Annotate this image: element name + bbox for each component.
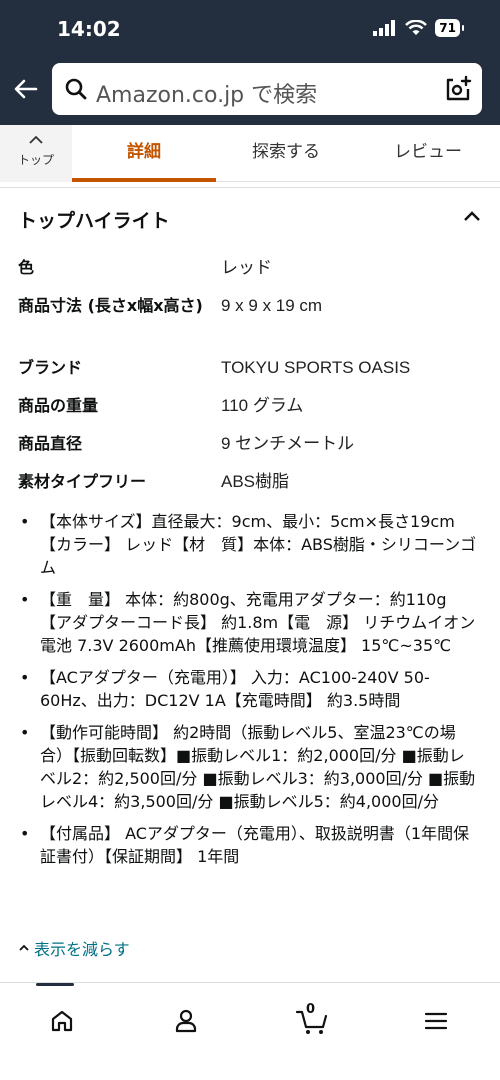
bottom-nav: 0 <box>0 982 500 1080</box>
user-icon <box>175 1009 197 1033</box>
signal-icon <box>373 20 396 36</box>
bullet-item: 【付属品】 ACアダプター（充電用）、取扱説明書（1年間保証書付）【保証期間】 … <box>18 822 478 868</box>
spec-row: 色 レッド <box>18 256 488 294</box>
app-header: 14:02 71 Amazon.co.jp で検索 <box>0 0 500 125</box>
chevron-up-icon <box>29 135 43 144</box>
spec-row: 商品直径 9 センチメートル <box>18 432 488 470</box>
bullet-item: 【重 量】 本体：約800g、充電用アダプター：約110g【アダプターコード長】… <box>18 588 478 657</box>
nav-home[interactable] <box>42 1001 82 1041</box>
cart-count-badge: 0 <box>306 1002 316 1017</box>
show-less-link[interactable]: 表示を減らす <box>18 936 130 960</box>
tab-reviews[interactable]: レビュー <box>356 125 500 182</box>
home-icon <box>51 1010 73 1032</box>
spec-label: ブランド <box>18 358 83 377</box>
bullet-item: 【ACアダプター（充電用）】 入力：AC100-240V 50-60Hz、出力：… <box>18 666 478 712</box>
feature-bullets: 【本体サイズ】直径最大：9cm、最小：5cm×長さ19cm【カラー】 レッド【材… <box>18 510 478 877</box>
tab-top-label: トップ <box>17 153 54 167</box>
spec-value: 9 センチメートル <box>221 434 355 453</box>
spec-row: 商品寸法 (長さx幅x高さ) 9 x 9 x 19 cm <box>18 294 488 356</box>
spec-label: 素材タイプフリー <box>18 472 147 491</box>
tab-top[interactable]: トップ <box>0 125 72 182</box>
battery-indicator: 71 <box>435 19 464 37</box>
divider <box>0 187 500 188</box>
section-tabs: トップ 詳細 探索する レビュー <box>0 125 500 182</box>
spec-label: 商品寸法 (長さx幅x高さ) <box>18 296 203 315</box>
bullet-item: 【本体サイズ】直径最大：9cm、最小：5cm×長さ19cm【カラー】 レッド【材… <box>18 510 478 579</box>
search-icon <box>65 78 87 100</box>
spec-label: 商品の重量 <box>18 396 99 415</box>
status-time: 14:02 <box>57 17 121 41</box>
spec-value: レッド <box>221 258 272 277</box>
spec-row: ブランド TOKYU SPORTS OASIS <box>18 356 488 394</box>
back-arrow-icon[interactable] <box>12 75 40 103</box>
tab-details[interactable]: 詳細 <box>72 125 216 182</box>
tab-explore[interactable]: 探索する <box>216 125 356 182</box>
search-placeholder: Amazon.co.jp で検索 <box>96 83 318 108</box>
nav-menu[interactable] <box>416 1001 456 1041</box>
spec-value: ABS樹脂 <box>221 472 290 491</box>
menu-icon <box>424 1012 448 1030</box>
spec-row: 素材タイプフリー ABS樹脂 <box>18 470 488 508</box>
spec-row: 商品の重量 110 グラム <box>18 394 488 432</box>
spec-value: TOKYU SPORTS OASIS <box>221 358 411 377</box>
wifi-icon <box>405 20 428 35</box>
spec-value: 110 グラム <box>221 396 304 415</box>
section-title: トップハイライト <box>18 210 170 232</box>
spec-label: 色 <box>18 258 35 277</box>
spec-table: 色 レッド 商品寸法 (長さx幅x高さ) 9 x 9 x 19 cm ブランド … <box>18 256 488 508</box>
show-less-label: 表示を減らす <box>34 940 130 959</box>
search-input[interactable]: Amazon.co.jp で検索 <box>52 63 482 115</box>
chevron-up-icon[interactable] <box>462 209 482 223</box>
chevron-up-icon <box>19 944 29 951</box>
camera-search-icon[interactable] <box>444 75 472 103</box>
spec-value: 9 x 9 x 19 cm <box>221 296 323 315</box>
nav-account[interactable] <box>166 1001 206 1041</box>
bullet-item: 【動作可能時間】 約2時間（振動レベル5、室温23℃の場合）【振動回転数】■振動… <box>18 721 478 813</box>
status-icons: 71 <box>373 19 464 37</box>
nav-cart[interactable]: 0 <box>292 1001 332 1041</box>
active-indicator <box>36 983 74 986</box>
spec-label: 商品直径 <box>18 434 83 453</box>
